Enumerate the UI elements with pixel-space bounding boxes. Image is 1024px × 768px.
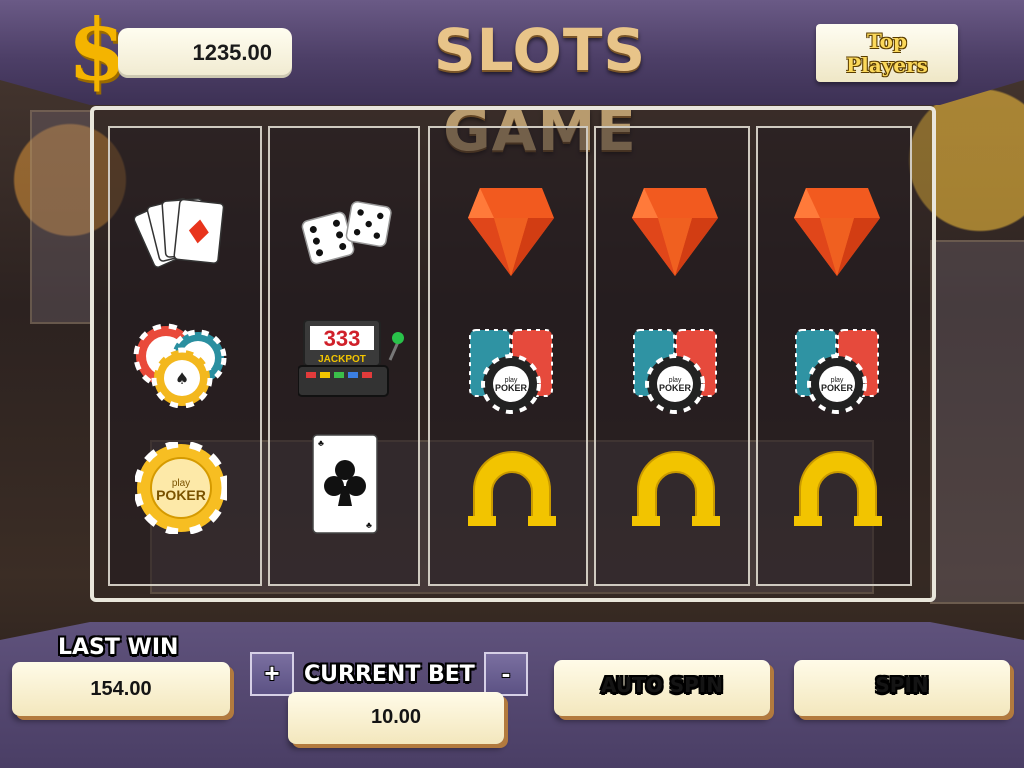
balance-display: 1235.00	[118, 28, 292, 78]
last-win-label: LAST WIN	[58, 635, 179, 660]
horseshoe-icon	[468, 451, 556, 526]
spin-button[interactable]: SPIN	[794, 660, 1010, 716]
reel-5[interactable]: play POKER	[756, 126, 912, 586]
orange-diamond-icon	[632, 188, 718, 276]
game-title: SLOTS GAME	[433, 16, 647, 164]
current-bet-display: 10.00	[288, 692, 504, 744]
ace-of-clubs-card-icon: ♣ ♣	[312, 434, 378, 534]
reel-4[interactable]: play POKER	[594, 126, 750, 586]
reel-2[interactable]: 333 JACKPOT ♣ ♣	[268, 126, 420, 586]
yellow-poker-chip-icon: play POKER	[135, 442, 227, 534]
chip-stacks-icon: play POKER	[469, 329, 553, 414]
svg-text:♣: ♣	[318, 438, 324, 448]
svg-text:POKER: POKER	[821, 383, 854, 393]
jackpot-digits: 333	[324, 326, 361, 351]
chip-stacks-icon: play POKER	[633, 329, 717, 414]
reel-3[interactable]: play POKER	[428, 126, 588, 586]
svg-text:POKER: POKER	[659, 383, 692, 393]
top-players-label-bottom: Players	[846, 53, 928, 77]
jackpot-slot-machine-icon: 333 JACKPOT	[298, 320, 404, 397]
svg-text:POKER: POKER	[495, 383, 528, 393]
auto-spin-label: AUTO SPIN	[601, 673, 723, 697]
horseshoe-icon	[794, 451, 882, 526]
cards-icon	[134, 197, 225, 268]
orange-diamond-icon	[794, 188, 880, 276]
chip-stacks-icon: play POKER	[795, 329, 879, 414]
slot-reels-panel: ♠ play POKER 333 JACKPOT ♣ ♣ play POKER …	[90, 106, 936, 602]
chip-text-poker: POKER	[156, 487, 206, 503]
reel-1[interactable]: ♠ play POKER	[108, 126, 262, 586]
last-win-display: 154.00	[12, 662, 230, 716]
current-bet-label: CURRENT BET	[304, 662, 475, 687]
auto-spin-button[interactable]: AUTO SPIN	[554, 660, 770, 716]
svg-text:♣: ♣	[366, 520, 372, 530]
horseshoe-icon	[632, 451, 720, 526]
svg-text:♠: ♠	[175, 369, 189, 388]
balance-value: 1235.00	[192, 40, 272, 65]
spin-label: SPIN	[875, 673, 929, 697]
increase-bet-button[interactable]: +	[250, 652, 294, 696]
orange-diamond-icon	[468, 188, 554, 276]
dice-icon	[301, 201, 392, 265]
current-bet-value: 10.00	[370, 706, 422, 728]
top-players-button[interactable]: Top Players	[816, 24, 958, 82]
last-win-value: 154.00	[90, 678, 152, 700]
jackpot-label: JACKPOT	[318, 354, 366, 365]
top-players-label-top: Top	[867, 29, 907, 53]
poker-chips-pile-icon: ♠	[133, 323, 227, 408]
decrease-bet-button[interactable]: -	[484, 652, 528, 696]
